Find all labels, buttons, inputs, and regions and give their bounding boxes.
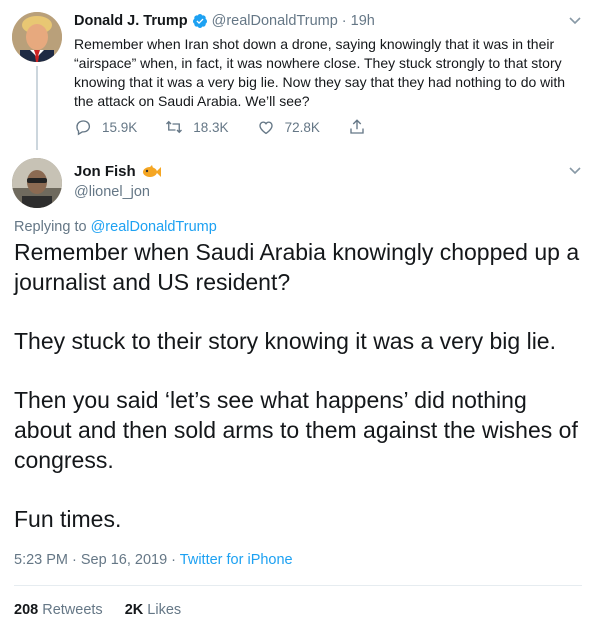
retweet-icon [166,120,183,134]
thread-connector-line [36,66,38,150]
divider [14,585,582,586]
share-icon [350,119,364,134]
parent-tweet-text: Remember when Iran shot down a drone, sa… [74,36,566,109]
tweet-paragraph: Fun times. [14,506,122,532]
retweets-stat[interactable]: 208 Retweets [14,602,107,618]
likes-stat[interactable]: 2K Likes [125,602,181,618]
author-name[interactable]: Donald J. Trump [74,13,188,29]
verified-badge-icon [192,14,207,28]
reply-author-name-row: Jon Fish [74,163,161,180]
avatar[interactable] [12,158,62,208]
author-handle[interactable]: @realDonaldTrump [212,13,338,29]
chevron-down-icon[interactable] [568,16,582,26]
parent-tweet-header: Donald J. Trump @realDonaldTrump · 19h [74,13,375,29]
tweet-meta: 5:23 PM · Sep 16, 2019 · Twitter for iPh… [14,552,293,568]
author-handle[interactable]: @lionel_jon [74,184,150,200]
reply-icon [76,120,91,136]
like-count: 72.8K [284,119,320,135]
retweet-total: 208 [14,602,39,618]
tweet-paragraph: Remember when Saudi Arabia knowingly cho… [14,239,580,295]
tweet-source-link[interactable]: Twitter for iPhone [180,552,293,568]
share-button[interactable] [348,118,376,136]
parent-tweet-actions: 15.9K 18.3K 72.8K [74,118,404,136]
like-button[interactable]: 72.8K [257,118,320,136]
like-icon [258,121,273,135]
tweet-time[interactable]: · 19h [342,13,375,29]
tweet-timestamp[interactable]: 5:23 PM · Sep 16, 2019 · [14,552,176,568]
likes-label: Likes [147,602,182,618]
tweet-stats: 208 Retweets 2K Likes [14,602,181,618]
author-name[interactable]: Jon Fish [74,163,136,180]
retweet-count: 18.3K [193,119,229,135]
retweets-label: Retweets [42,602,103,618]
reply-tweet-text: Remember when Saudi Arabia knowingly cho… [14,237,589,534]
replying-to-line: Replying to @realDonaldTrump [14,219,217,235]
trump-avatar-image [12,12,62,62]
tweet-paragraph: Then you said ‘let’s see what happens’ d… [14,387,578,473]
retweet-button[interactable]: 18.3K [165,118,229,136]
replying-to-link[interactable]: @realDonaldTrump [91,219,217,235]
parent-tweet[interactable]: Donald J. Trump @realDonaldTrump · 19h R… [0,0,596,150]
replying-to-label: Replying to [14,219,87,235]
reply-button[interactable]: 15.9K [74,118,137,136]
like-total: 2K [124,602,144,618]
tweet-paragraph: They stuck to their story knowing it was… [14,328,556,354]
avatar[interactable] [12,12,62,62]
chevron-down-icon[interactable] [568,166,582,176]
fish-emoji-icon [142,164,161,177]
jon-fish-avatar-image [12,158,62,208]
reply-count: 15.9K [102,119,138,135]
